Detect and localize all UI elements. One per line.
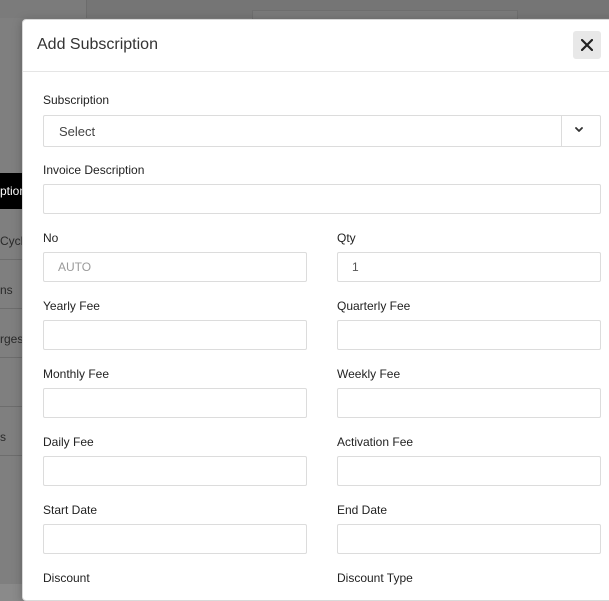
no-label: No	[43, 231, 59, 245]
start-date-input[interactable]	[43, 524, 307, 554]
no-input[interactable]	[43, 252, 307, 282]
sidebar-item[interactable]: Cycle	[0, 223, 22, 260]
discount-type-label: Discount Type	[337, 571, 413, 585]
sidebar-item[interactable]	[0, 370, 22, 407]
discount-label: Discount	[43, 571, 90, 585]
qty-input[interactable]	[337, 252, 601, 282]
weekly-fee-label: Weekly Fee	[337, 367, 401, 381]
daily-fee-label: Daily Fee	[43, 435, 94, 449]
yearly-fee-label: Yearly Fee	[43, 299, 100, 313]
weekly-fee-input[interactable]	[337, 388, 601, 418]
close-icon	[581, 39, 593, 51]
sidebar-item[interactable]: ns	[0, 272, 22, 309]
daily-fee-input[interactable]	[43, 456, 307, 486]
monthly-fee-input[interactable]	[43, 388, 307, 418]
monthly-fee-label: Monthly Fee	[43, 367, 110, 381]
chevron-down-icon	[575, 127, 583, 132]
activation-fee-input[interactable]	[337, 456, 601, 486]
sidebar-item-label: ns	[0, 283, 13, 297]
sidebar-item[interactable]: rges	[0, 321, 22, 358]
invoice-description-label: Invoice Description	[43, 163, 145, 177]
subscription-selected-value: Select	[59, 124, 96, 139]
yearly-fee-input[interactable]	[43, 320, 307, 350]
sidebar-item-label: Cycle	[0, 234, 22, 248]
quarterly-fee-input[interactable]	[337, 320, 601, 350]
qty-label: Qty	[337, 231, 356, 245]
start-date-label: Start Date	[43, 503, 98, 517]
invoice-description-input[interactable]	[43, 184, 601, 214]
sidebar-item-label: ption	[0, 184, 22, 198]
sidebar-item-label: rges	[0, 332, 22, 346]
modal-header: Add Subscription	[23, 20, 609, 72]
quarterly-fee-label: Quarterly Fee	[337, 299, 411, 313]
add-subscription-modal: Add Subscription Subscription Select Inv…	[22, 19, 609, 601]
activation-fee-label: Activation Fee	[337, 435, 414, 449]
sidebar-item[interactable]: s	[0, 419, 22, 456]
select-divider	[561, 116, 562, 146]
sidebar-item-active[interactable]: ption	[0, 173, 22, 209]
modal-title: Add Subscription	[37, 36, 158, 53]
sidebar-item-label: s	[0, 430, 6, 444]
subscription-select[interactable]: Select	[43, 115, 601, 147]
close-button[interactable]	[573, 31, 601, 59]
end-date-input[interactable]	[337, 524, 601, 554]
end-date-label: End Date	[337, 503, 388, 517]
subscription-label: Subscription	[43, 93, 110, 107]
